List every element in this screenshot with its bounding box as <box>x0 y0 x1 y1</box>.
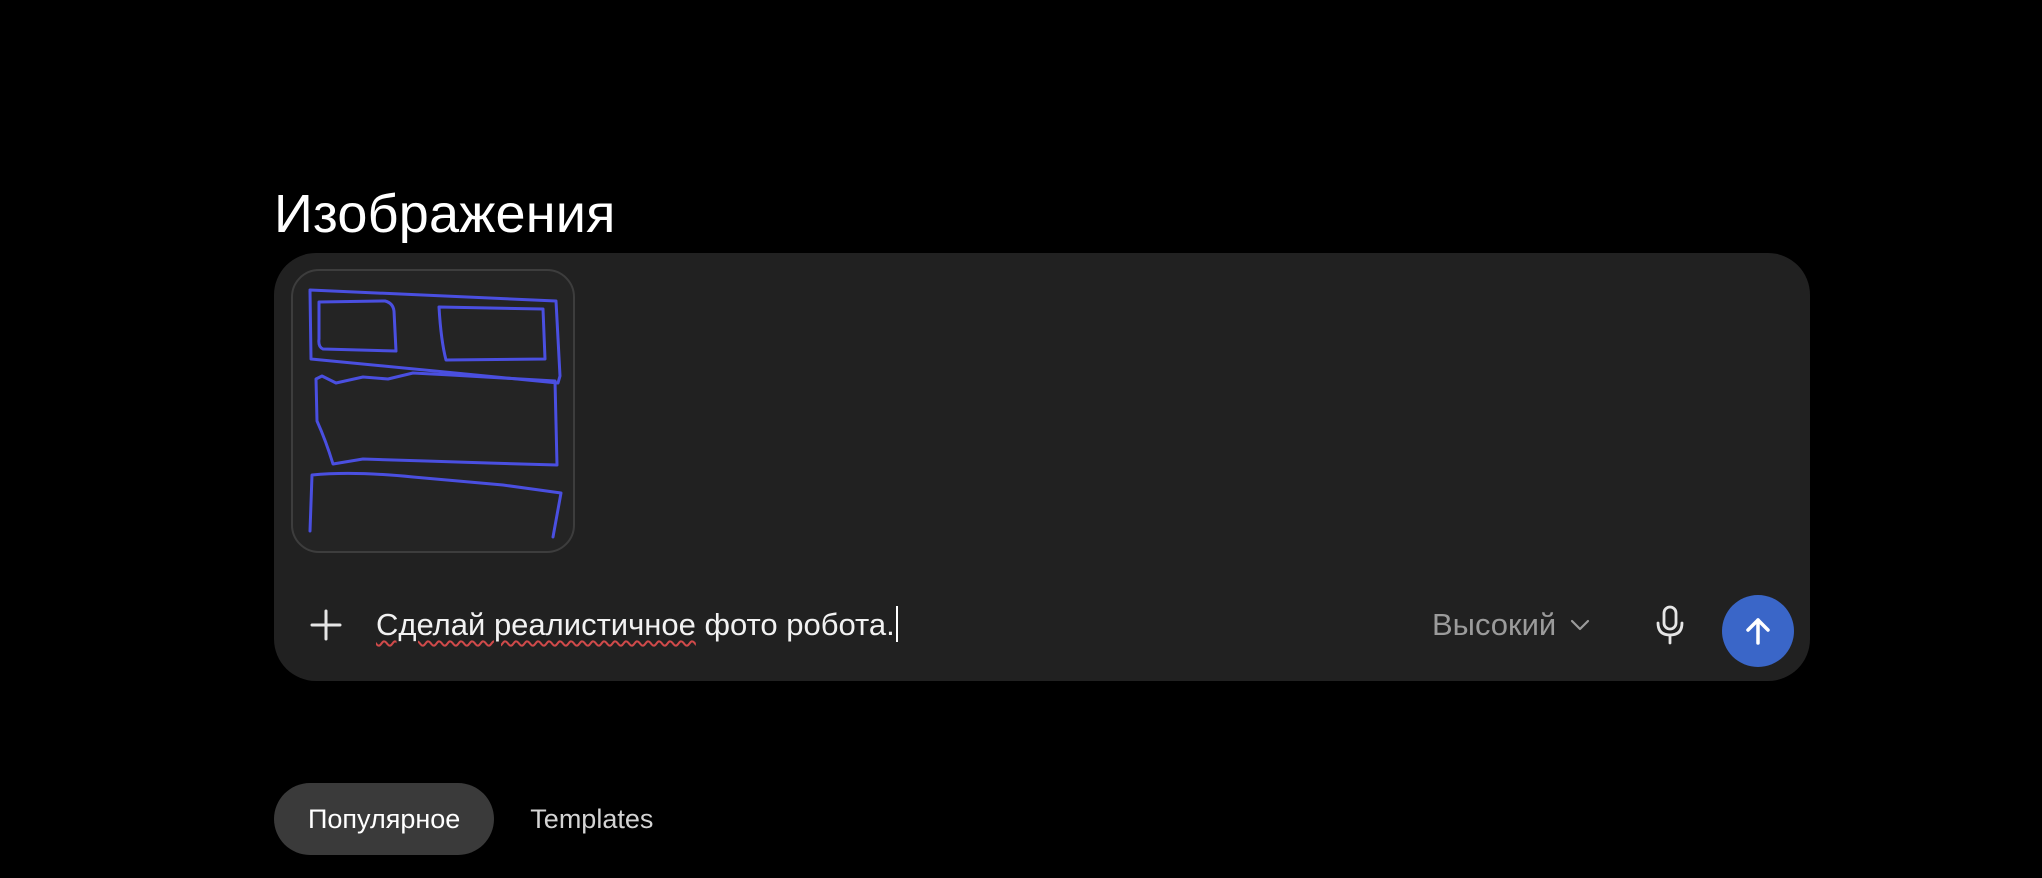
chevron-down-icon <box>1571 619 1590 631</box>
prompt-input[interactable]: Сделай реалистичное фото робота. <box>376 603 1276 647</box>
category-tabs: Популярное Templates <box>274 783 653 855</box>
add-attachment-button[interactable] <box>302 601 350 649</box>
page-title: Изображения <box>274 184 616 245</box>
tab-templates[interactable]: Templates <box>494 783 653 855</box>
microphone-icon <box>1656 605 1684 645</box>
prompt-text: фото робота. <box>695 607 895 642</box>
arrow-up-icon <box>1746 618 1770 645</box>
voice-input-button[interactable] <box>1646 601 1694 649</box>
send-button[interactable] <box>1722 595 1794 667</box>
text-caret <box>895 606 898 642</box>
sketch-thumbnail <box>308 288 563 539</box>
plus-icon <box>310 609 342 641</box>
tab-popular[interactable]: Популярное <box>274 783 495 855</box>
quality-selected-value: Высокий <box>1432 607 1557 642</box>
prompt-text-misspelled: Сделай реалистичное <box>376 607 696 642</box>
quality-select[interactable]: Высокий <box>1432 601 1590 649</box>
attached-sketch-image[interactable] <box>291 269 575 553</box>
prompt-composer: Сделай реалистичное фото робота. Высокий <box>274 253 1810 681</box>
